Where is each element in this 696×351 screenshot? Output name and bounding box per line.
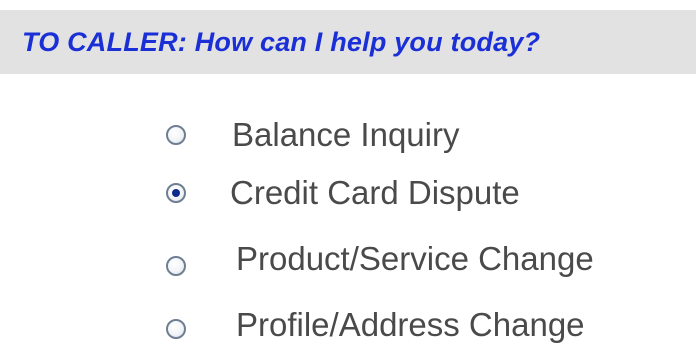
radio-button-unselected[interactable] bbox=[166, 125, 186, 145]
option-label: Product/Service Change bbox=[236, 240, 594, 277]
option-profile-address-change[interactable]: Profile/Address Change bbox=[166, 306, 585, 344]
radio-button-unselected[interactable] bbox=[166, 319, 186, 339]
option-label: Credit Card Dispute bbox=[230, 174, 520, 211]
option-credit-card-dispute[interactable]: Credit Card Dispute bbox=[166, 174, 520, 212]
option-product-service-change[interactable]: Product/Service Change bbox=[166, 240, 594, 278]
call-reason-radio-group: Balance Inquiry Credit Card Dispute Prod… bbox=[0, 0, 696, 351]
radio-selected-dot-icon bbox=[172, 189, 180, 197]
radio-button-unselected[interactable] bbox=[166, 256, 186, 276]
option-label: Balance Inquiry bbox=[232, 116, 460, 153]
option-balance-inquiry[interactable]: Balance Inquiry bbox=[166, 116, 459, 154]
option-label: Profile/Address Change bbox=[236, 306, 585, 343]
radio-button-selected[interactable] bbox=[166, 183, 186, 203]
